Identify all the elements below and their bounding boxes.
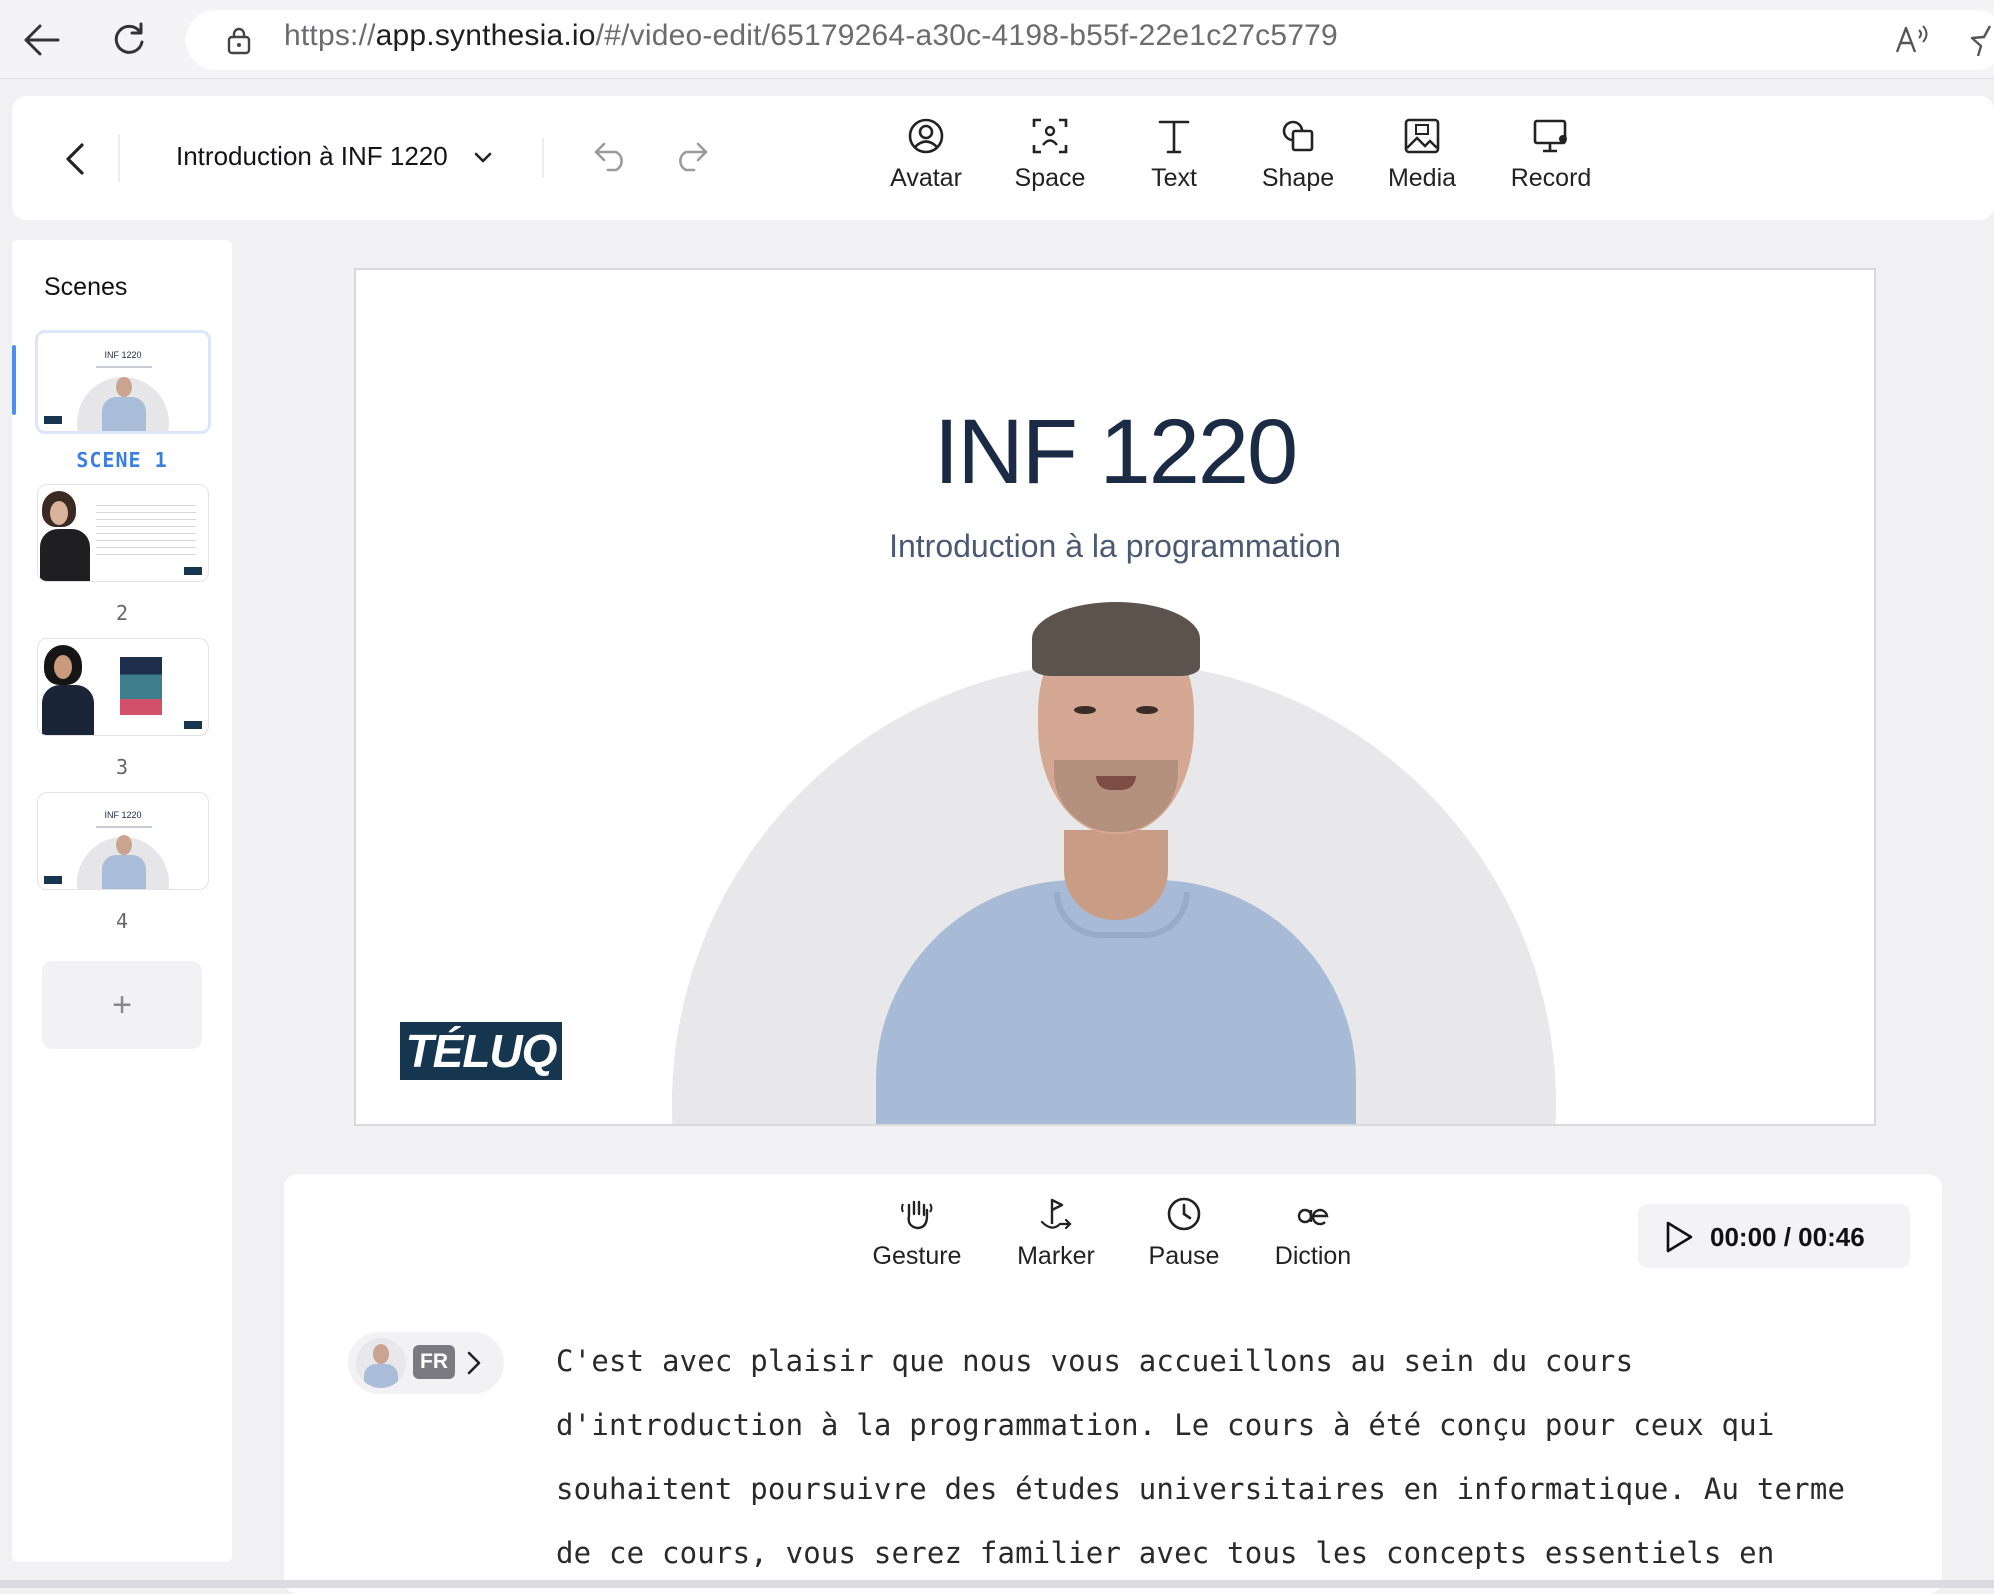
chevron-right-icon[interactable] [466,1350,482,1376]
avatar-right-eye [1136,706,1158,714]
speaker-avatar-head [373,1344,389,1364]
scenes-title: Scenes [44,273,128,301]
url-host: app.synthesia.io [375,19,596,52]
slide-canvas[interactable]: INF 1220 Introduction à la programmation… [354,268,1876,1126]
teluq-logo[interactable]: TÉLUQ [400,1022,562,1080]
avatar-left-eye [1074,706,1096,714]
scene-label-2: 2 [115,601,129,625]
script-line-1[interactable]: C'est avec plaisir que nous vous accueil… [556,1344,1633,1378]
scene-label-4: 4 [115,909,129,933]
scene-thumbnail-1[interactable]: INF 1220 [35,330,211,434]
url-scheme: https:// [284,19,376,52]
pause-button[interactable]: Pause [1124,1196,1244,1271]
speaker-avatar-body [364,1364,398,1388]
tool-shape-button[interactable]: Shape [1243,116,1353,206]
thumb-subtitle-line [96,366,152,368]
thumb-avatar-body [102,855,146,889]
diction-icon [1295,1196,1331,1232]
url-path: /#/video-edit/65179264-a30c-4198-b55f-22… [595,19,1338,52]
chevron-down-icon [473,151,493,165]
thumb-logo [44,876,62,884]
tool-label: Avatar [890,164,962,192]
url-text[interactable]: https://app.synthesia.io/#/video-edit/65… [284,19,1338,53]
scene-thumbnail-2[interactable] [37,484,209,582]
thumb-avatar-head [116,835,132,855]
project-title: Introduction à INF 1220 [176,141,448,171]
thumb-avatar-woman-body [40,529,90,581]
space-icon [1030,116,1070,156]
script-line-3[interactable]: souhaitent poursuivre des études univers… [556,1472,1845,1506]
tool-record-button[interactable]: Record [1496,116,1606,206]
tool-text-button[interactable]: Text [1119,116,1229,206]
tool-media-button[interactable]: Media [1367,116,1477,206]
back-arrow-icon[interactable] [22,22,60,58]
avatar-beard [1054,760,1178,832]
thumb-book-cover [120,657,162,715]
thumb-logo [184,567,202,575]
lock-icon[interactable] [226,26,252,56]
thumb-avatar-body [102,397,146,431]
thumb-subtitle-line [96,826,152,828]
scene-label-3: 3 [115,755,129,779]
project-title-dropdown[interactable]: Introduction à INF 1220 [176,141,493,172]
add-scene-button[interactable]: + [42,961,202,1049]
diction-label: Diction [1274,1242,1352,1270]
tool-space-button[interactable]: Space [995,116,1105,206]
avatar-icon [906,116,946,156]
play-icon[interactable] [1664,1220,1694,1254]
gesture-label: Gesture [872,1242,962,1270]
script-line-4[interactable]: de ce cours, vous serez familier avec to… [556,1536,1775,1570]
read-aloud-icon[interactable] [1894,24,1930,56]
scenes-panel [12,240,232,1562]
text-icon [1154,116,1194,156]
gesture-icon [899,1196,935,1232]
thumb-title: INF 1220 [104,350,142,360]
window-bottom-edge [0,1580,1994,1588]
pause-clock-icon [1166,1196,1202,1232]
gesture-button[interactable]: Gesture [857,1196,977,1271]
thumb-avatar-woman-face [54,655,72,679]
tool-avatar-button[interactable]: Avatar [871,116,981,206]
reload-icon[interactable] [110,20,148,58]
avatar-hair [1032,602,1200,676]
shape-icon [1278,116,1318,156]
tool-label: Record [1510,164,1592,192]
speaker-avatar [356,1338,406,1388]
scene-thumbnail-3[interactable] [37,638,209,736]
undo-icon[interactable] [592,140,630,172]
scene-thumbnail-4[interactable]: INF 1220 [37,792,209,890]
divider [118,134,120,182]
thumb-text-block [96,499,196,559]
back-chevron-icon[interactable] [64,142,86,176]
divider [542,138,544,178]
active-scene-indicator [12,345,16,415]
avatar-presenter[interactable] [816,600,1416,1124]
media-icon [1402,116,1442,156]
thumb-avatar-head [116,377,132,397]
diction-button[interactable]: Diction [1253,1196,1373,1271]
thumb-avatar-woman-face [50,501,68,525]
tool-label: Media [1387,164,1457,192]
thumb-logo [184,721,202,729]
thumb-title: INF 1220 [104,810,142,820]
pause-label: Pause [1148,1242,1220,1270]
record-icon [1531,116,1571,156]
tool-label: Text [1151,164,1197,192]
favorite-star-icon[interactable] [1970,22,1994,56]
script-line-2[interactable]: d'introduction à la programmation. Le co… [556,1408,1775,1442]
thumb-logo [44,416,62,424]
tool-label: Space [1014,164,1086,192]
thumb-avatar-woman-body [42,685,94,735]
marker-label: Marker [1017,1242,1095,1270]
slide-subtitle[interactable]: Introduction à la programmation [356,528,1874,565]
redo-icon[interactable] [672,140,710,172]
marker-icon [1038,1196,1074,1232]
slide-title[interactable]: INF 1220 [356,400,1874,505]
tool-label: Shape [1261,164,1335,192]
marker-button[interactable]: Marker [996,1196,1116,1271]
language-badge: FR [413,1345,455,1379]
playback-time: 00:00 / 00:46 [1710,1222,1865,1252]
scene-label-1: SCENE 1 [76,448,168,472]
